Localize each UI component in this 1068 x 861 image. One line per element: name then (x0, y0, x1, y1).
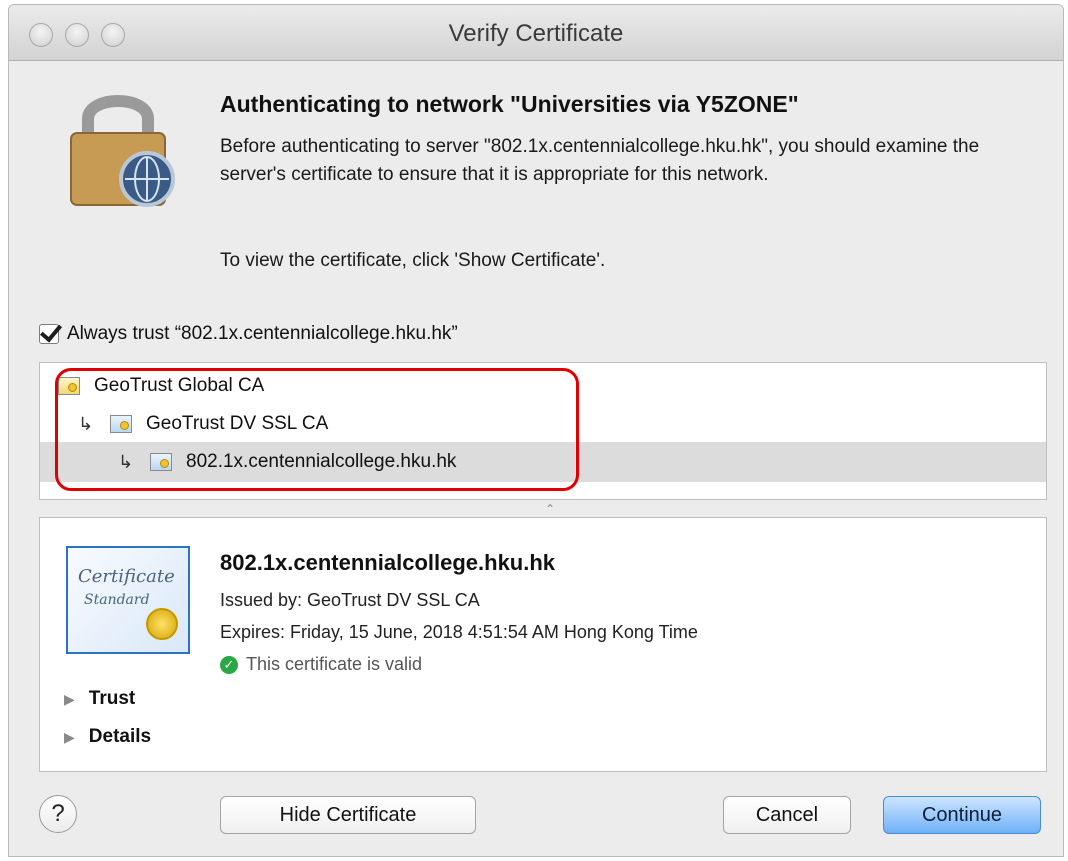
certificate-name: 802.1x.centennialcollege.hku.hk (220, 550, 556, 575)
details-disclosure[interactable]: ▶ Details (64, 726, 151, 748)
highlight-outline (55, 368, 579, 491)
title-bar: Verify Certificate (9, 5, 1063, 61)
always-trust-row[interactable]: Always trust “802.1x.centennialcollege.h… (39, 323, 458, 345)
trust-disclosure[interactable]: ▶ Trust (64, 688, 135, 710)
certificate-detail-panel: Certificate Standard 802.1x.centennialco… (39, 517, 1047, 772)
dialog-heading: Authenticating to network "Universities … (220, 91, 799, 117)
disclosure-triangle-icon: ▶ (64, 690, 75, 707)
lock-icon (70, 95, 175, 207)
disclosure-triangle-icon: ▶ (64, 728, 75, 745)
certificate-icon-title: Certificate (78, 566, 175, 587)
verify-certificate-window: Verify Certificate Authenticating to net… (8, 4, 1064, 857)
certificate-status-label: This certificate is valid (246, 654, 423, 674)
certificate-issuer: Issued by: GeoTrust DV SSL CA (220, 590, 480, 610)
certificate-icon-subtitle: Standard (84, 592, 150, 608)
certificate-status: ✓ This certificate is valid (220, 654, 422, 675)
certificate-seal-icon (146, 608, 178, 640)
split-resize-handle[interactable]: ⌃ (545, 502, 555, 516)
checkmark-icon: ✓ (220, 655, 238, 674)
details-disclosure-label: Details (88, 726, 152, 747)
continue-button[interactable]: Continue (883, 796, 1041, 834)
dialog-message: Before authenticating to server "802.1x.… (220, 136, 980, 185)
dialog-hint: To view the certificate, click 'Show Cer… (220, 250, 606, 271)
certificate-standard-icon: Certificate Standard (66, 546, 190, 654)
certificate-expiry: Expires: Friday, 15 June, 2018 4:51:54 A… (220, 622, 698, 642)
trust-disclosure-label: Trust (88, 688, 136, 709)
hide-certificate-button[interactable]: Hide Certificate (220, 796, 476, 834)
always-trust-label: Always trust “802.1x.centennialcollege.h… (67, 323, 458, 344)
window-title: Verify Certificate (448, 20, 624, 47)
cancel-button[interactable]: Cancel (723, 796, 851, 834)
help-button[interactable]: ? (39, 795, 77, 833)
always-trust-checkbox[interactable] (39, 324, 59, 344)
